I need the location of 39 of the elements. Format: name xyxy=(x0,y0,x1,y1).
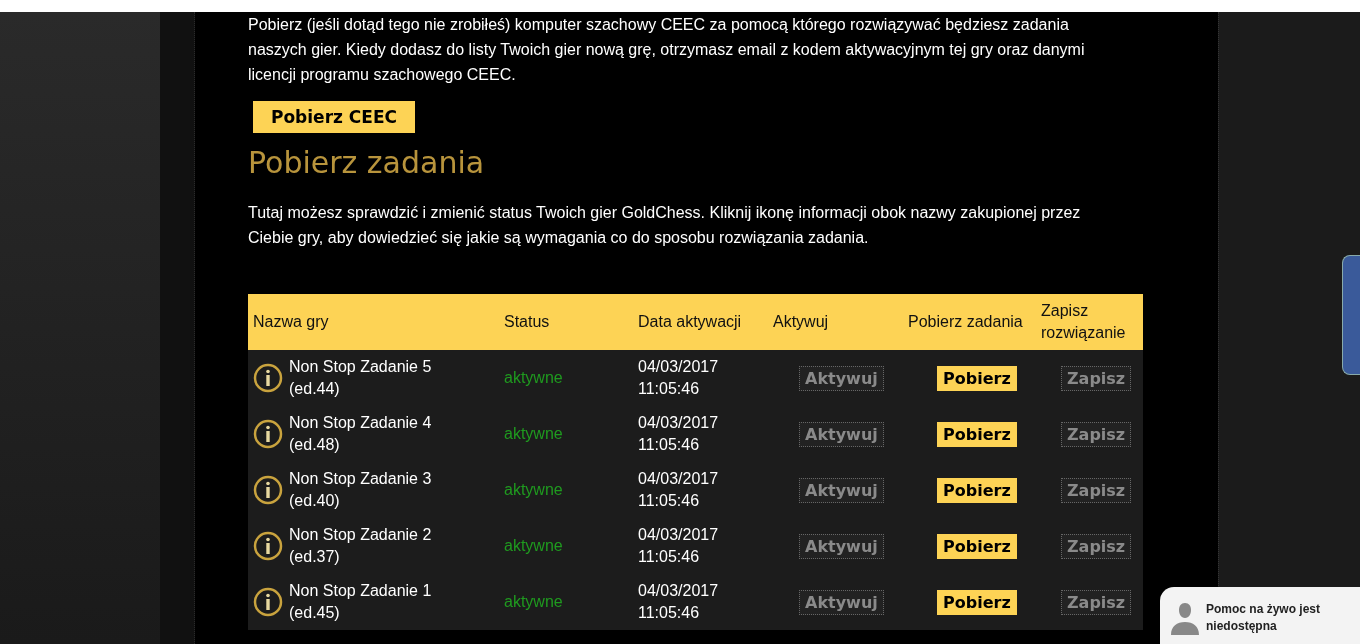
status-text: aktywne xyxy=(504,593,563,610)
info-icon[interactable] xyxy=(253,363,283,393)
activation-date: 04/03/2017 11:05:46 xyxy=(638,358,719,397)
live-chat-widget[interactable]: Pomoc na żywo jest niedostępna xyxy=(1160,587,1360,644)
action-button[interactable]: Pobierz xyxy=(937,477,1017,503)
person-icon xyxy=(1170,601,1200,635)
download-button[interactable]: Pobierz CEEC xyxy=(253,101,415,133)
activation-date: 04/03/2017 11:05:46 xyxy=(638,582,719,621)
info-icon[interactable] xyxy=(253,531,283,561)
description-text: Tutaj możesz sprawdzić i zmienić status Twoich gier GoldChess. Kliknij ikonę informacji obok nazwy zakupionej przez Ciebie gry, aby dowiedzieć się jakie są wymagania co do sposobu rozwiązania zadania. xyxy=(248,203,1082,248)
game-name: Non Stop Zadanie 1 (ed.45) xyxy=(289,581,432,623)
activation-date: 04/03/2017 11:05:46 xyxy=(638,414,719,453)
info-icon[interactable] xyxy=(253,587,283,617)
action-button[interactable]: Pobierz xyxy=(937,365,1017,391)
column-header: Nazwa gry xyxy=(248,294,499,350)
game-name: Non Stop Zadanie 4 (ed.48) xyxy=(289,413,432,455)
status-text: aktywne xyxy=(504,425,563,442)
section-heading: Pobierz zadania xyxy=(248,145,486,180)
column-header: Pobierz zadania xyxy=(903,294,1036,350)
activation-date: 04/03/2017 11:05:46 xyxy=(638,526,719,565)
info-icon[interactable] xyxy=(253,419,283,449)
action-button[interactable]: Pobierz xyxy=(937,533,1017,559)
column-header: Zapisz rozwiązanie xyxy=(1036,294,1143,350)
column-header: Aktywuj xyxy=(768,294,903,350)
status-text: aktywne xyxy=(504,481,563,498)
game-name: Non Stop Zadanie 2 (ed.37) xyxy=(289,525,432,567)
game-name: Non Stop Zadanie 5 (ed.44) xyxy=(289,357,432,399)
intro-text: Pobierz (jeśli dotąd tego nie zrobiłeś) komputer szachowy CEEC za pomocą którego rozwiązywać będziesz zadania naszych gier. Kiedy dodasz do listy Twoich gier nową grę, otrzymasz email z kodem aktywacyjnym tej gry oraz danymi licencji programu szachowego CEEC. xyxy=(248,15,1086,85)
activation-date: 04/03/2017 11:05:46 xyxy=(638,470,719,509)
status-text: aktywne xyxy=(504,537,563,554)
info-icon[interactable] xyxy=(253,475,283,505)
action-button[interactable]: Pobierz xyxy=(937,421,1017,447)
action-button[interactable]: Pobierz xyxy=(937,589,1017,615)
side-tab[interactable] xyxy=(1342,255,1360,375)
game-name: Non Stop Zadanie 3 (ed.40) xyxy=(289,469,432,511)
chat-status-text: Pomoc na żywo jest niedostępna xyxy=(1206,601,1322,635)
column-header: Status xyxy=(499,294,633,350)
status-text: aktywne xyxy=(504,369,563,386)
column-header: Data aktywacji xyxy=(633,294,768,350)
